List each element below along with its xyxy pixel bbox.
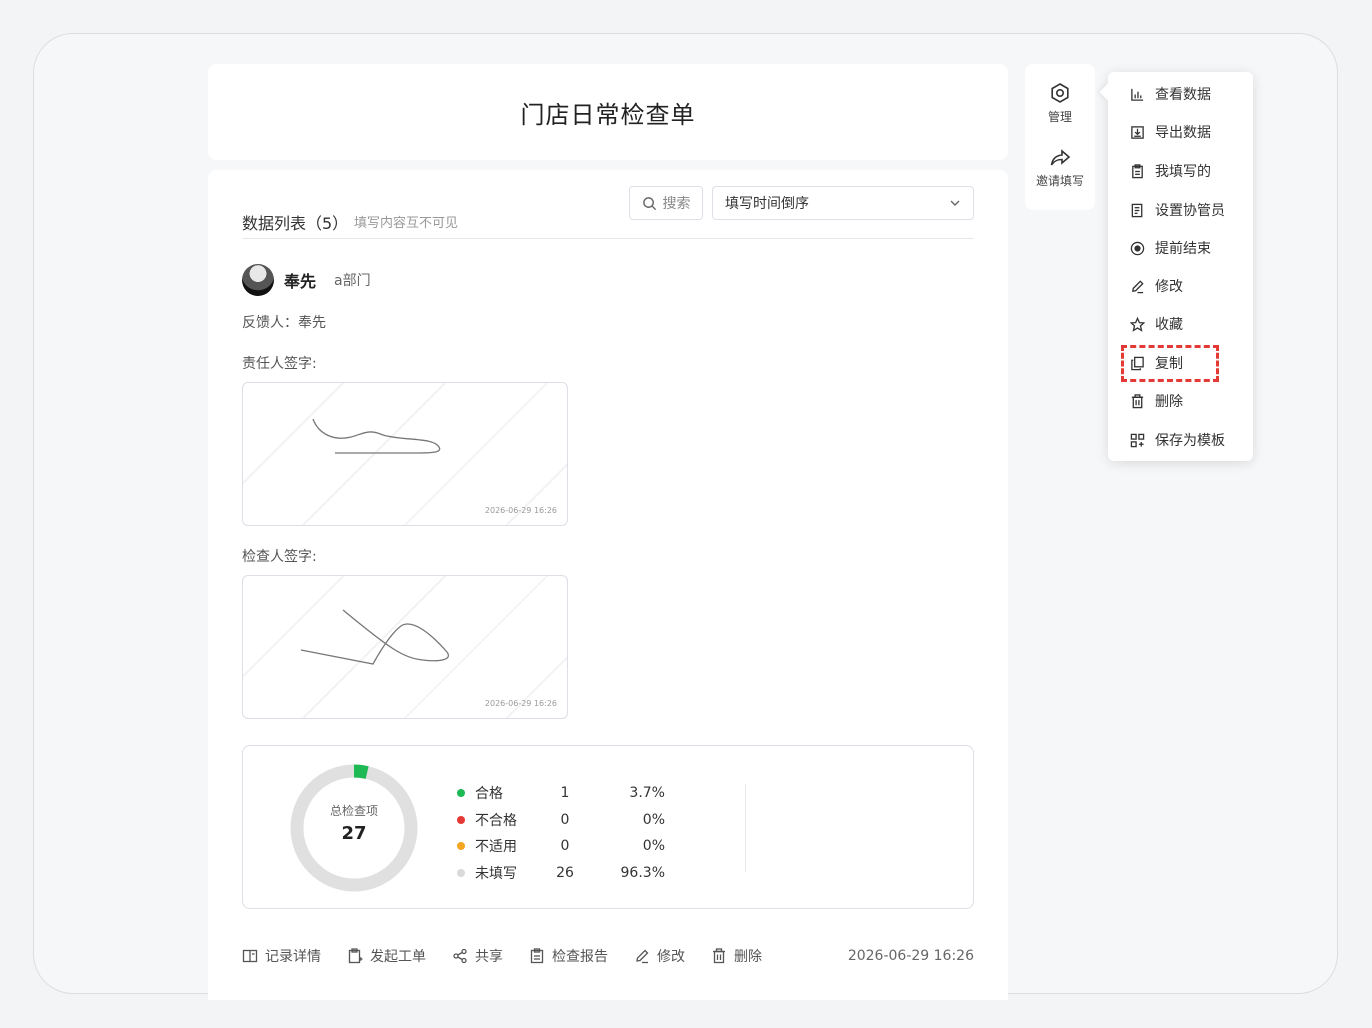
- avatar: [242, 264, 274, 296]
- manage-dropdown-menu: 查看数据 导出数据 我填写的 设置协管员 提前结束 修改 收藏 复制 删除 保存…: [1108, 72, 1253, 461]
- stop-circle-icon: [1130, 241, 1145, 255]
- clipboard-icon: [1132, 163, 1143, 178]
- signature-timestamp: 2026-06-29 16:26: [484, 506, 557, 515]
- menu-item-save-template[interactable]: 保存为模板: [1130, 428, 1225, 452]
- star-icon: [1130, 316, 1145, 332]
- legend-row: 不合格 0 0%: [457, 807, 665, 834]
- trash-icon: [713, 948, 725, 964]
- legend-row: 不适用 0 0%: [457, 833, 665, 860]
- inspector-sign-label: 检查人签字:: [242, 549, 317, 565]
- search-button[interactable]: 搜索: [629, 186, 703, 220]
- status-dot: [457, 815, 465, 824]
- signature-stroke: [312, 418, 441, 454]
- menu-item-view-data[interactable]: 查看数据: [1130, 82, 1211, 106]
- donut-title: 总检查项: [329, 804, 378, 818]
- status-dot: [457, 842, 465, 851]
- inspection-report-button[interactable]: 检查报告: [529, 946, 608, 966]
- list-toolbar: 数据列表（5） 填写内容互不可见 搜索 填写时间倒序: [242, 186, 974, 239]
- manage-button[interactable]: 管理: [1025, 82, 1095, 125]
- book-icon: [242, 949, 258, 963]
- form-title-card: 门店日常检查单: [208, 64, 1008, 160]
- status-dot: [457, 868, 465, 877]
- template-grid-icon: [1130, 433, 1145, 447]
- record-user: 奉先 a部门: [242, 264, 371, 296]
- menu-item-my-filled[interactable]: 我填写的: [1130, 159, 1211, 183]
- search-icon: [642, 196, 656, 210]
- user-name: 奉先: [284, 272, 317, 291]
- invite-fill-button[interactable]: 邀请填写: [1025, 148, 1095, 189]
- menu-item-delete[interactable]: 删除: [1130, 389, 1183, 413]
- record-time: 2026-06-29 16:26: [847, 948, 974, 964]
- inspector-signature[interactable]: 2026-06-29 16:26: [242, 575, 568, 719]
- donut-center: 总检查项 27: [291, 802, 417, 844]
- divider: [745, 784, 746, 872]
- share-button[interactable]: 共享: [452, 946, 503, 966]
- donut-total: 27: [341, 823, 367, 844]
- copy-highlight-box: [1121, 345, 1219, 382]
- menu-item-set-co-admin[interactable]: 设置协管员: [1130, 198, 1225, 222]
- signature-stroke: [300, 609, 449, 665]
- status-dot: [457, 789, 465, 798]
- search-label: 搜索: [662, 196, 691, 212]
- legend-row: 未填写 26 96.3%: [457, 860, 665, 887]
- trash-icon: [1131, 393, 1144, 408]
- sort-value: 填写时间倒序: [725, 196, 809, 212]
- delete-button[interactable]: 删除: [711, 946, 762, 966]
- export-icon: [1131, 125, 1144, 139]
- inspection-summary: 总检查项 27 合格 1 3.7% 不合格 0 0% 不适用 0 0% 未填写 …: [242, 745, 974, 909]
- legend-row: 合格 1 3.7%: [457, 780, 665, 807]
- summary-legend: 合格 1 3.7% 不合格 0 0% 不适用 0 0% 未填写 26 96.3%: [457, 780, 665, 886]
- gear-icon: [1051, 83, 1069, 103]
- share-icon: [453, 948, 467, 964]
- share-forward-icon: [1050, 149, 1071, 166]
- menu-item-export-data[interactable]: 导出数据: [1130, 120, 1211, 144]
- edit-button[interactable]: 修改: [634, 946, 685, 966]
- work-order-button[interactable]: 发起工单: [347, 946, 426, 966]
- list-hint: 填写内容互不可见: [354, 216, 459, 231]
- sort-select[interactable]: 填写时间倒序: [712, 186, 974, 220]
- menu-item-favorite[interactable]: 收藏: [1130, 312, 1183, 336]
- record-actions: 记录详情 发起工单 共享 检查报告 修改 删除 2026-06-29 16:26: [242, 946, 974, 966]
- menu-item-edit[interactable]: 修改: [1130, 274, 1183, 298]
- chart-icon: [1131, 88, 1144, 101]
- pencil-icon: [636, 949, 649, 964]
- form-title: 门店日常检查单: [520, 100, 696, 129]
- responsible-sign-label: 责任人签字:: [242, 356, 317, 372]
- responsible-signature[interactable]: 2026-06-29 16:26: [242, 382, 568, 526]
- clipboard-plus-icon: [348, 948, 363, 964]
- side-panel: 管理 邀请填写: [1025, 64, 1095, 210]
- report-icon: [530, 948, 544, 964]
- document-user-icon: [1131, 203, 1143, 217]
- data-list-card: 数据列表（5） 填写内容互不可见 搜索 填写时间倒序 奉先 a部门 反馈人：奉先…: [208, 170, 1008, 1000]
- feedback-line: 反馈人：奉先: [242, 315, 326, 331]
- pencil-icon: [1132, 279, 1144, 293]
- menu-item-end-early[interactable]: 提前结束: [1130, 236, 1211, 260]
- chevron-down-icon: [950, 200, 960, 206]
- signature-timestamp: 2026-06-29 16:26: [484, 699, 557, 708]
- list-title: 数据列表（5）: [242, 214, 349, 233]
- record-detail-button[interactable]: 记录详情: [242, 946, 321, 966]
- user-department: a部门: [334, 273, 371, 289]
